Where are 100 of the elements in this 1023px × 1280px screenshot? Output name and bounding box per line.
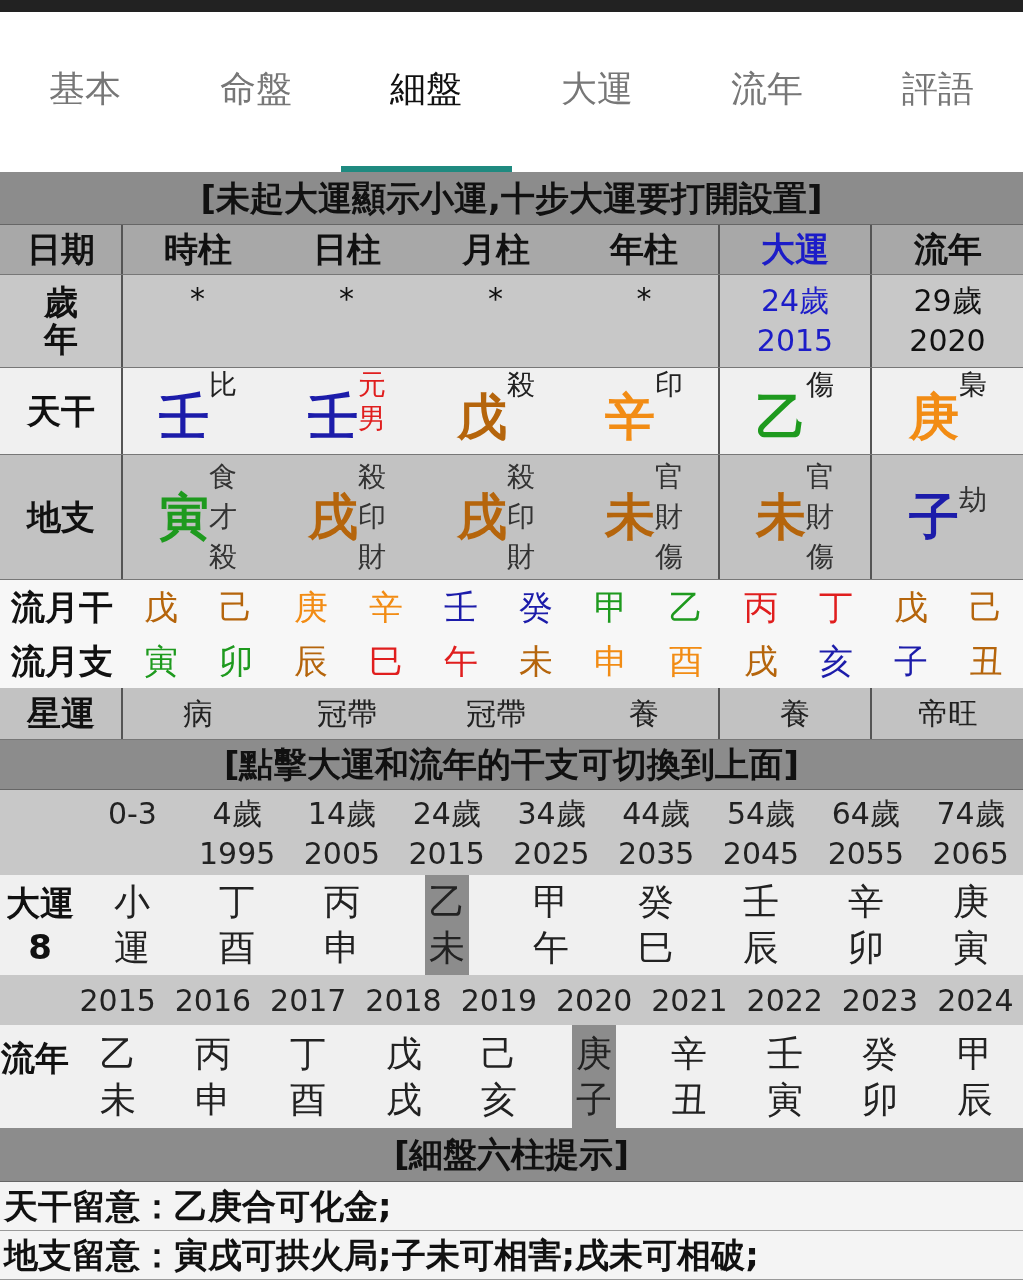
month-character: 丙 <box>742 585 779 629</box>
annual-pillar[interactable]: 壬 寅 <box>762 1025 807 1128</box>
luck-pillar[interactable]: 乙 未 <box>424 875 469 975</box>
age-text: * <box>339 280 354 318</box>
month-character: 甲 <box>592 585 629 629</box>
month-character: 庚 <box>292 585 329 629</box>
age-text: 64歲 2055 <box>826 795 905 873</box>
stem-character: 乙 <box>756 386 806 448</box>
note-text: 寅戌可拱火局;子未可相害;戌未可相破; <box>174 1233 759 1277</box>
branch-character: 戌 <box>456 486 507 548</box>
hidden-stem: 財 <box>506 539 535 575</box>
stem-character: 辛 <box>605 386 655 448</box>
luck-pillar[interactable]: 壬 辰 <box>739 875 784 975</box>
note-label: 天干留意： <box>4 1184 174 1228</box>
month-character: 乙 <box>667 585 704 629</box>
annual-pillar[interactable]: 丙 申 <box>190 1025 235 1128</box>
month-character: 戊 <box>142 585 179 629</box>
year-text: 2017 <box>269 981 348 1020</box>
stem-tag: 梟 <box>958 367 987 402</box>
year-text: 2015 <box>78 981 157 1020</box>
hidden-stem: 財 <box>655 500 683 533</box>
hidden-stem: 官 <box>655 459 683 493</box>
month-character: 己 <box>217 585 254 629</box>
stem-tag: 殺 <box>506 367 535 402</box>
hidden-stem: 財 <box>357 539 386 575</box>
star-text: 帝旺 <box>917 695 978 733</box>
month-character: 辰 <box>292 639 329 683</box>
tab[interactable]: 評語 <box>852 12 1023 172</box>
hidden-stem: 財 <box>806 500 834 533</box>
tab[interactable]: 基本 <box>0 12 171 172</box>
star-text: 養 <box>629 695 659 733</box>
age-text: 54歲 2045 <box>721 795 801 873</box>
hidden-stem: 殺 <box>357 459 386 495</box>
month-character: 酉 <box>667 639 704 683</box>
row-label: 8 <box>28 926 52 969</box>
section-title: [未起大運顯示小運,十步大運要打開設置] <box>200 176 823 220</box>
row-label: 天干 <box>26 389 95 433</box>
luck-pillar[interactable]: 丁 酉 <box>215 875 260 975</box>
row-label: 流月干 <box>10 585 113 629</box>
tab[interactable]: 流年 <box>682 12 853 172</box>
age-text: 0-3 <box>106 795 158 833</box>
annual-pillar[interactable]: 甲 辰 <box>953 1025 998 1128</box>
annual-pillar[interactable]: 乙 未 <box>95 1025 140 1128</box>
age-text: * <box>488 280 503 318</box>
hidden-stem: 印 <box>506 499 535 535</box>
star-text: 病 <box>182 695 213 733</box>
annual-pillar[interactable]: 己 亥 <box>476 1025 521 1128</box>
branch-character: 未 <box>605 486 655 546</box>
column-header: 日期 <box>26 228 95 271</box>
age-text: 14歲 2005 <box>302 795 382 873</box>
section-title: [點擊大運和流年的干支可切換到上面] <box>223 743 800 786</box>
column-header: 大運 <box>761 228 829 271</box>
hidden-stem: 印 <box>357 499 386 535</box>
stem-character: 壬 <box>158 386 209 448</box>
row-label: 大運 <box>6 882 74 925</box>
age-text: 29歲 2020 <box>909 282 986 360</box>
annual-pillar[interactable]: 戊 戌 <box>381 1025 426 1128</box>
month-character: 壬 <box>442 585 479 629</box>
month-character: 寅 <box>142 639 179 683</box>
branch-character: 未 <box>756 486 806 546</box>
hidden-stem: 傷 <box>655 540 683 575</box>
stem-tag: 元 <box>357 367 386 402</box>
luck-pillar[interactable]: 癸 巳 <box>634 875 679 975</box>
hidden-stem: 才 <box>208 499 237 535</box>
column-header: 流年 <box>913 228 982 271</box>
month-character: 癸 <box>517 585 554 629</box>
month-character: 卯 <box>217 639 254 683</box>
luck-pillar[interactable]: 庚 寅 <box>948 875 993 975</box>
branch-character: 寅 <box>158 486 209 548</box>
luck-pillar[interactable]: 丙 申 <box>319 875 364 975</box>
stem-character: 壬 <box>307 386 358 448</box>
annual-pillar[interactable]: 丁 酉 <box>286 1025 331 1128</box>
hidden-stem: 殺 <box>208 539 237 575</box>
year-text: 2022 <box>745 981 824 1020</box>
luck-pillar[interactable]: 小 運 <box>110 875 155 975</box>
month-character: 亥 <box>817 639 854 683</box>
month-character: 丁 <box>817 585 854 629</box>
annual-pillar[interactable]: 庚 子 <box>572 1025 617 1128</box>
stem-tag: 比 <box>208 367 237 402</box>
month-character: 巳 <box>367 639 404 683</box>
year-text: 2018 <box>364 981 443 1020</box>
annual-pillar[interactable]: 辛 丑 <box>667 1025 712 1128</box>
row-label: 流年 <box>1 1037 69 1080</box>
branch-character: 戌 <box>307 486 358 548</box>
tab[interactable]: 命盤 <box>170 12 341 172</box>
luck-pillar[interactable]: 辛 卯 <box>843 875 888 975</box>
year-text: 2019 <box>459 981 538 1020</box>
year-text: 2023 <box>840 981 920 1020</box>
month-character: 己 <box>967 585 1004 629</box>
tab[interactable]: 大運 <box>511 12 682 172</box>
stem-tag: 男 <box>357 401 386 436</box>
luck-pillar[interactable]: 甲 午 <box>529 875 574 975</box>
row-label: 流月支 <box>10 639 113 683</box>
star-text: 冠帶 <box>316 695 377 733</box>
age-text: * <box>636 280 652 318</box>
annual-pillar[interactable]: 癸 卯 <box>858 1025 903 1128</box>
stem-character: 戊 <box>456 386 507 448</box>
stem-tag: 印 <box>655 367 683 402</box>
month-character: 子 <box>892 639 929 683</box>
age-text: 4歲 1995 <box>197 795 277 873</box>
